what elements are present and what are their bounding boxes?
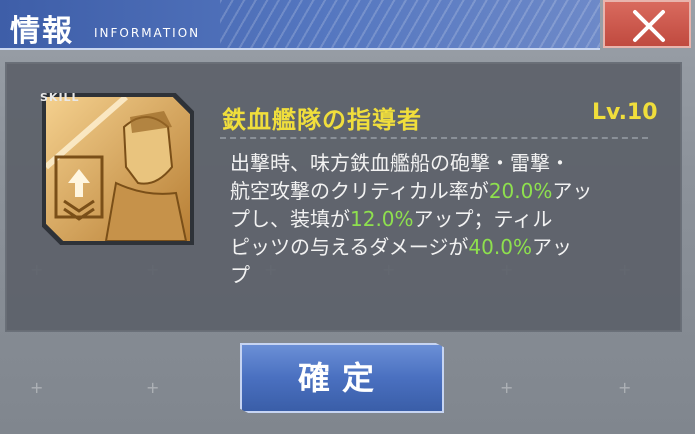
divider [220, 137, 648, 139]
desc-text: アップ；ティル [413, 207, 553, 231]
desc-text: アッ [552, 179, 593, 203]
dialog-title: 情報 [10, 14, 74, 49]
skill-badge: SKILL [40, 91, 80, 104]
desc-line: ピッツの与えるダメージが40.0%アッ [230, 233, 650, 261]
desc-text: プ [230, 263, 250, 287]
desc-line: 出撃時、味方鉄血艦船の砲撃・雷撃・ [230, 149, 650, 177]
close-button[interactable] [603, 0, 691, 48]
bg-plus-mark: + [30, 378, 44, 397]
damage-value: 40.0% [468, 235, 532, 259]
desc-line: プし、装填が12.0%アップ；ティル [230, 205, 650, 233]
reload-value: 12.0% [350, 207, 414, 231]
desc-text: 航空攻撃のクリティカル率が [230, 179, 489, 203]
header-stripes [220, 0, 600, 48]
skill-level: Lv.10 [592, 100, 658, 125]
close-icon [633, 10, 665, 42]
skill-name: 鉄血艦隊の指導者 [222, 106, 422, 134]
skill-icon [46, 97, 190, 241]
desc-line: 航空攻撃のクリティカル率が20.0%アッ [230, 177, 650, 205]
info-panel: SKILL 鉄血艦隊の指導者 Lv.10 出撃時、味方鉄血艦船の砲撃・雷撃・ 航… [5, 62, 682, 332]
bg-plus-mark: + [618, 378, 632, 397]
dialog-subtitle: INFORMATION [94, 26, 201, 40]
desc-text: アッ [531, 235, 572, 259]
desc-text: ピッツの与えるダメージが [230, 235, 469, 259]
bg-plus-mark: + [146, 378, 160, 397]
dialog-header: 情報 INFORMATION [0, 0, 600, 50]
crit-rate-value: 20.0% [488, 179, 553, 203]
bg-plus-mark: + [500, 378, 514, 397]
skill-description: 出撃時、味方鉄血艦船の砲撃・雷撃・ 航空攻撃のクリティカル率が20.0%アッ プ… [230, 149, 650, 289]
desc-line: プ [230, 261, 650, 289]
confirm-button[interactable]: 確定 [240, 343, 444, 413]
desc-text: プし、装填が [230, 207, 350, 231]
skill-icon-frame [42, 93, 194, 245]
desc-text: 出撃時、味方鉄血艦船の砲撃・雷撃・ [230, 151, 570, 175]
